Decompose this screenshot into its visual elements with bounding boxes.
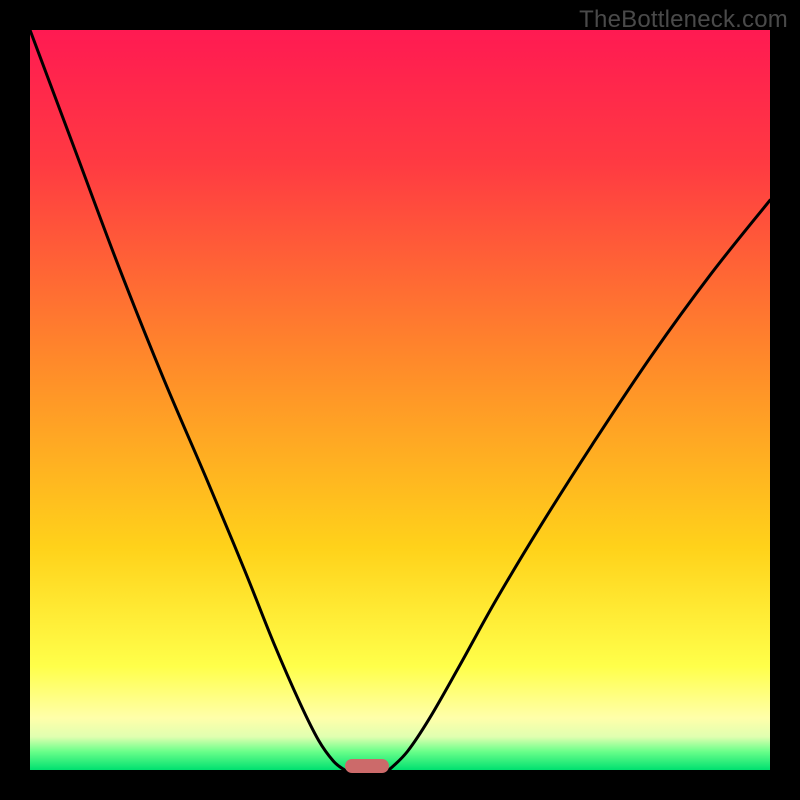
right-curve-path [389,200,770,770]
chart-curves-svg [30,30,770,770]
watermark-text: TheBottleneck.com [579,6,788,34]
left-curve-path [30,30,345,770]
bottleneck-marker [345,759,389,773]
outer-frame: TheBottleneck.com [0,0,800,800]
chart-plot-area [30,30,770,770]
